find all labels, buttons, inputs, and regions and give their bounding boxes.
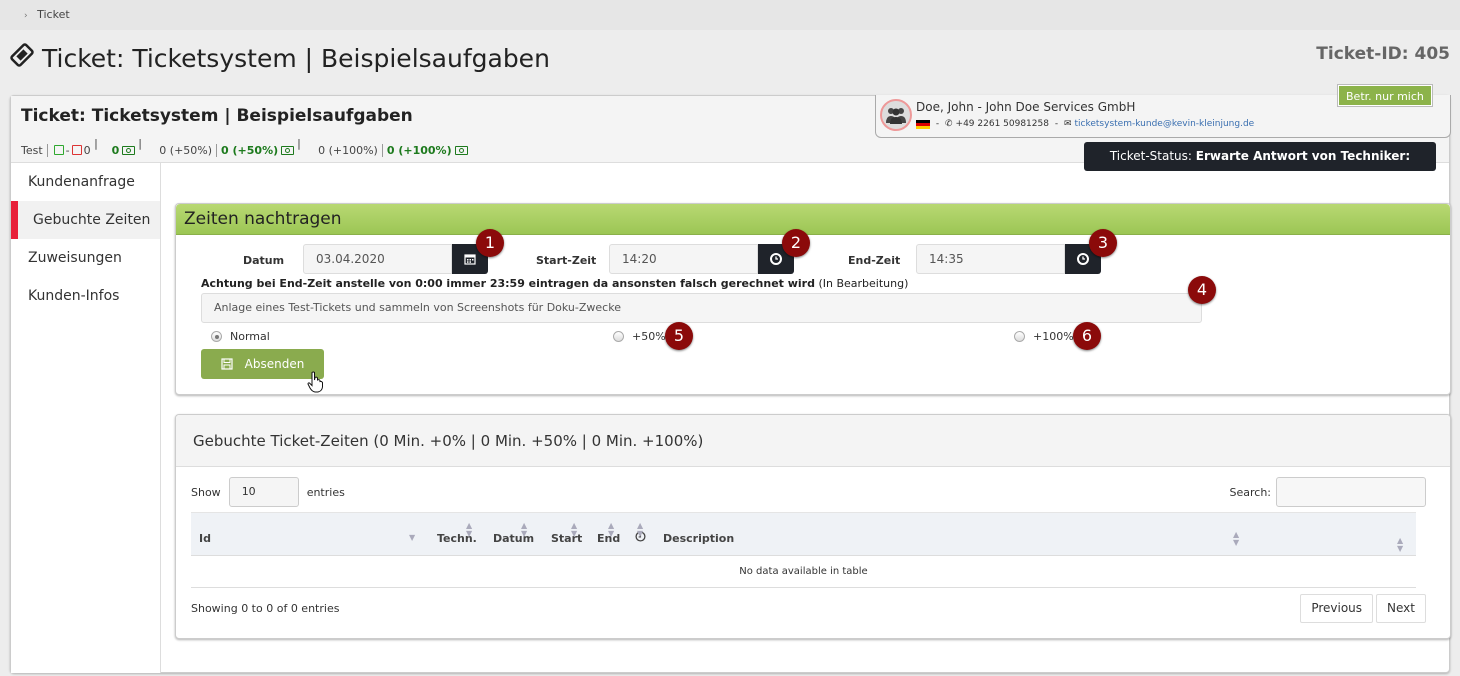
end-time-warning: Achtung bei End-Zeit anstelle von 0:00 i… bbox=[201, 277, 909, 290]
sort-icon: ▲ ▼ bbox=[1233, 530, 1240, 547]
submit-button[interactable]: Absenden bbox=[201, 349, 324, 379]
sort-icon: ▲ ▼ bbox=[466, 521, 473, 538]
stats-plus100: 0 (+100%) bbox=[318, 143, 378, 157]
stats-plus50: 0 (+50%) bbox=[159, 143, 213, 157]
stats-money-plus50: 0 (+50%) bbox=[221, 143, 279, 157]
table-search: Search: bbox=[1230, 477, 1426, 507]
ticket-card-header: Ticket: Ticketsystem | Beispielsaufgaben… bbox=[11, 85, 1451, 192]
page-title: Ticket: Ticketsystem | Beispielsaufgaben bbox=[10, 43, 550, 73]
calendar-start-icon bbox=[53, 145, 64, 155]
money-icon bbox=[454, 145, 468, 155]
customer-phone: +49 2261 50981258 bbox=[955, 119, 1049, 129]
sidebar-item-kunden-infos[interactable]: Kunden-Infos bbox=[11, 277, 160, 315]
caret-down-icon: ▼ bbox=[1277, 182, 1285, 192]
annotation-badge-1: 1 bbox=[476, 229, 504, 257]
rate-normal-radio[interactable]: Normal bbox=[211, 330, 270, 343]
clock-icon bbox=[770, 253, 782, 265]
customer-name: Doe, John - John Doe Services GmbH bbox=[916, 100, 1136, 114]
page-length-control: Show 10 entries bbox=[191, 477, 345, 507]
save-icon bbox=[221, 358, 233, 370]
end-time-input[interactable]: 14:35 bbox=[916, 244, 1065, 274]
end-time-label: End-Zeit bbox=[848, 254, 901, 267]
ticket-status-dropdown[interactable]: Ticket-Status: Erwarte Antwort von Techn… bbox=[1084, 142, 1436, 192]
germany-flag-icon bbox=[916, 119, 930, 129]
breadcrumb-bar: › Ticket bbox=[0, 0, 1460, 30]
column-datum[interactable]: Datum bbox=[493, 532, 534, 545]
table-header: Id ▼ Techn. ▲ ▼ Datum ▲ ▼ Start ▲ ▼ End ▲ ▼ … bbox=[191, 512, 1416, 556]
ticket-icon bbox=[10, 43, 34, 73]
ticket-card: Ticket: Ticketsystem | Beispielsaufgaben… bbox=[10, 85, 1451, 673]
annotation-badge-3: 3 bbox=[1089, 229, 1117, 257]
sort-icon: ▲ ▼ bbox=[608, 521, 615, 538]
annotation-badge-5: 5 bbox=[665, 322, 693, 350]
stats-date-count: 0 bbox=[83, 143, 91, 157]
table-info: Showing 0 to 0 of 0 entries bbox=[191, 602, 340, 615]
phone-icon: ✆ bbox=[944, 119, 953, 129]
sort-icon: ▲ ▼ bbox=[521, 521, 528, 538]
breadcrumb-label: Ticket bbox=[37, 8, 70, 21]
sidebar-item-kundenanfrage[interactable]: Kundenanfrage bbox=[11, 163, 160, 201]
annotation-badge-2: 2 bbox=[782, 229, 810, 257]
stats-label: Test bbox=[21, 143, 43, 157]
ticket-card-title: Ticket: Ticketsystem | Beispielsaufgaben bbox=[21, 106, 413, 126]
status-value: Erwarte Antwort von Techniker: Müller bbox=[1195, 149, 1411, 192]
money-icon bbox=[281, 145, 295, 155]
column-description[interactable]: Description bbox=[663, 532, 734, 545]
rate-plus50-radio[interactable]: +50% bbox=[613, 330, 666, 343]
sidebar-item-zuweisungen[interactable]: Zuweisungen bbox=[11, 239, 160, 277]
status-label: Ticket-Status: bbox=[1109, 149, 1192, 163]
next-page-button[interactable]: Next bbox=[1376, 594, 1426, 623]
search-input[interactable] bbox=[1276, 477, 1426, 507]
sidebar-item-gebuchte-zeiten[interactable]: Gebuchte Zeiten bbox=[11, 201, 160, 239]
users-icon bbox=[886, 108, 906, 124]
calendar-icon bbox=[464, 254, 476, 265]
column-start[interactable]: Start bbox=[551, 532, 582, 545]
stats-money-normal: 0 bbox=[111, 143, 120, 157]
start-time-label: Start-Zeit bbox=[536, 254, 597, 267]
ticket-id: Ticket-ID: 405 bbox=[1316, 44, 1450, 64]
customer-contact: - ✆ +49 2261 50981258 - ✉ ticketsystem-k… bbox=[916, 119, 1254, 129]
ticket-sidebar: Kundenanfrage Gebuchte Zeiten Zuweisunge… bbox=[11, 163, 161, 673]
radio-unchecked-icon bbox=[1014, 331, 1025, 342]
previous-page-button[interactable]: Previous bbox=[1300, 594, 1374, 623]
time-entry-title: Zeiten nachtragen bbox=[176, 204, 1450, 235]
sort-icon: ▲ ▼ bbox=[637, 521, 644, 538]
rate-plus100-radio[interactable]: +100% bbox=[1014, 330, 1074, 343]
description-input[interactable]: Anlage eines Test-Tickets und sammeln vo… bbox=[201, 293, 1202, 323]
sort-icon: ▲ ▼ bbox=[571, 521, 578, 538]
clock-icon bbox=[1077, 253, 1089, 265]
customer-avatar bbox=[880, 99, 912, 131]
sort-icon[interactable]: ▲ ▼ bbox=[1397, 537, 1403, 553]
customer-email-link[interactable]: ticketsystem-kunde@kevin-kleinjung.de bbox=[1075, 119, 1255, 129]
radio-unchecked-icon bbox=[613, 331, 624, 342]
booked-times-panel: Gebuchte Ticket-Zeiten (0 Min. +0% | 0 M… bbox=[175, 414, 1451, 639]
start-time-input[interactable]: 14:20 bbox=[609, 244, 758, 274]
page-length-select[interactable]: 10 bbox=[228, 477, 299, 507]
time-entry-panel: Zeiten nachtragen Datum 03.04.2020 1 Sta… bbox=[175, 203, 1451, 395]
date-input[interactable]: 03.04.2020 bbox=[303, 244, 452, 274]
annotation-badge-4: 4 bbox=[1188, 276, 1216, 304]
radio-checked-icon bbox=[211, 331, 222, 342]
column-id[interactable]: Id bbox=[199, 532, 211, 545]
sort-desc-icon[interactable]: ▼ bbox=[409, 534, 415, 542]
empty-table-message: No data available in table bbox=[191, 556, 1416, 588]
breadcrumb-item[interactable]: › Ticket bbox=[24, 8, 70, 21]
hand-cursor-icon bbox=[307, 371, 323, 393]
ticket-stats: Test - 0 | 0 | 0 (+50%) 0 (+50%) | 0 (+100… bbox=[21, 137, 471, 163]
pagination: Previous Next bbox=[1300, 594, 1426, 623]
annotation-badge-6: 6 bbox=[1073, 322, 1101, 350]
chevron-right-icon: › bbox=[24, 11, 28, 21]
booked-times-title: Gebuchte Ticket-Zeiten (0 Min. +0% | 0 M… bbox=[176, 415, 1450, 467]
money-icon bbox=[122, 145, 136, 155]
envelope-icon: ✉ bbox=[1063, 119, 1072, 129]
assign-to-me-button[interactable]: Betr. nur mich bbox=[1338, 85, 1432, 106]
calendar-end-icon bbox=[71, 145, 82, 155]
page-title-text: Ticket: Ticketsystem | Beispielsaufgaben bbox=[42, 43, 550, 73]
stats-money-plus100: 0 (+100%) bbox=[386, 143, 452, 157]
date-label: Datum bbox=[243, 254, 285, 267]
